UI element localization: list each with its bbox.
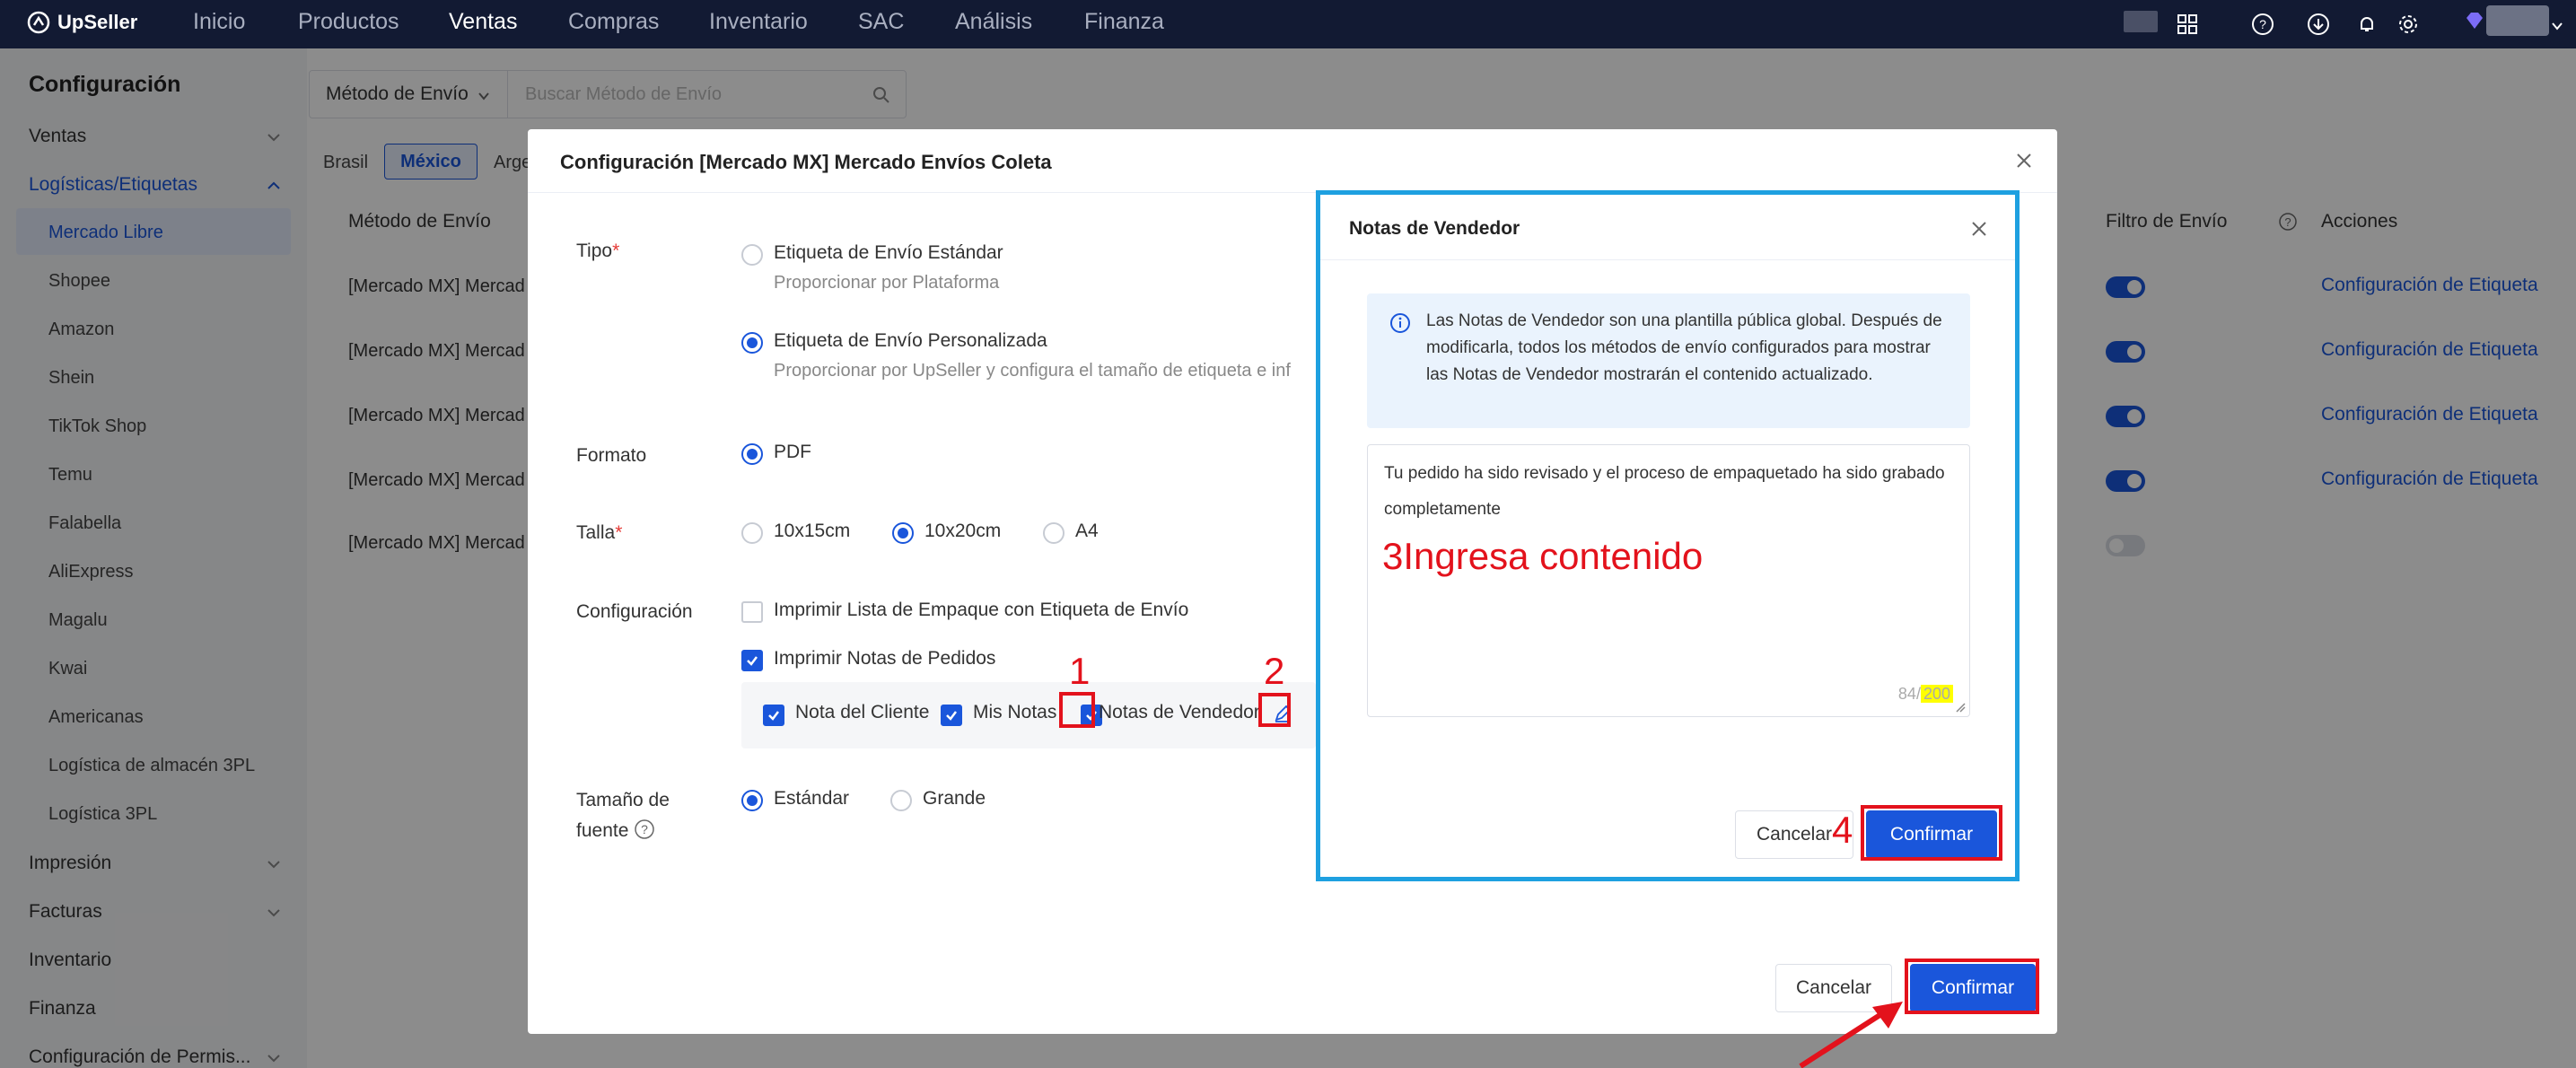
- nav-compras[interactable]: Compras: [568, 9, 659, 35]
- notes-modal-divider: [1320, 259, 2015, 260]
- radio-10x20[interactable]: [892, 522, 914, 544]
- nav-inventario[interactable]: Inventario: [709, 9, 808, 35]
- help-icon[interactable]: ?: [2249, 11, 2276, 38]
- option-standard-sub: Proporcionar por Plataforma: [774, 273, 1000, 293]
- option-mis-notas[interactable]: Mis Notas: [973, 702, 1056, 723]
- tipo-label-text: Tipo: [576, 241, 613, 261]
- nav-finanza[interactable]: Finanza: [1084, 9, 1164, 35]
- option-packing-list[interactable]: Imprimir Lista de Empaque con Etiqueta d…: [774, 600, 1188, 621]
- fuente-label-line1: Tamaño de: [576, 790, 670, 810]
- nav-ventas[interactable]: Ventas: [449, 9, 517, 35]
- info-icon: [1390, 313, 1410, 333]
- option-10x15[interactable]: 10x15cm: [774, 521, 850, 542]
- option-custom-sub: Proporcionar por UpSeller y configura el…: [774, 361, 1291, 381]
- option-font-large[interactable]: Grande: [923, 788, 986, 810]
- checkbox-nota-cliente[interactable]: [763, 705, 784, 726]
- char-count-max: 200: [1920, 685, 1953, 703]
- radio-font-large[interactable]: [890, 790, 912, 811]
- bell-icon[interactable]: [2353, 11, 2380, 38]
- fuente-label-line2: fuente: [576, 820, 629, 841]
- notes-info-banner: Las Notas de Vendedor son una plantilla …: [1367, 293, 1970, 428]
- checkbox-mis-notas[interactable]: [941, 705, 962, 726]
- option-order-notes[interactable]: Imprimir Notas de Pedidos: [774, 648, 995, 670]
- logo[interactable]: UpSeller: [27, 11, 137, 34]
- option-pdf[interactable]: PDF: [774, 442, 811, 463]
- option-notas-vendedor[interactable]: Notas de Vendedor: [1099, 702, 1260, 723]
- annotation-number-2: 2: [1264, 650, 1285, 692]
- nav-sac[interactable]: SAC: [858, 9, 904, 35]
- top-nav: UpSeller Inicio Productos Ventas Compras…: [0, 0, 2576, 48]
- configuracion-label: Configuración: [576, 601, 693, 622]
- tipo-label: Tipo*: [576, 241, 619, 262]
- option-nota-cliente[interactable]: Nota del Cliente: [795, 702, 929, 723]
- option-10x20[interactable]: 10x20cm: [924, 521, 1001, 542]
- notes-textarea[interactable]: Tu pedido ha sido revisado y el proceso …: [1367, 444, 1970, 717]
- radio-custom-label[interactable]: [741, 332, 763, 354]
- logo-text: UpSeller: [57, 11, 138, 33]
- char-count-current: 84/: [1897, 685, 1921, 703]
- avatar[interactable]: [2486, 5, 2549, 36]
- radio-a4[interactable]: [1043, 522, 1065, 544]
- close-icon[interactable]: [2012, 149, 2036, 172]
- help-circle-icon[interactable]: ?: [634, 819, 655, 840]
- annotation-box-notes-confirm: [1861, 805, 2002, 861]
- annotation-number-4: 4: [1832, 809, 1853, 851]
- formato-label: Formato: [576, 445, 647, 466]
- svg-text:?: ?: [2259, 17, 2266, 31]
- annotation-arrow: [1799, 1002, 1903, 1068]
- notes-modal-title: Notas de Vendedor: [1349, 218, 1520, 239]
- option-custom-label[interactable]: Etiqueta de Envío Personalizada: [774, 330, 1047, 352]
- notes-textarea-value: Tu pedido ha sido revisado y el proceso …: [1384, 464, 1945, 519]
- resize-handle-icon[interactable]: [1955, 702, 1966, 713]
- radio-10x15[interactable]: [741, 522, 763, 544]
- required-mark: *: [612, 241, 620, 261]
- option-standard-label[interactable]: Etiqueta de Envío Estándar: [774, 242, 1003, 264]
- apps-grid-icon[interactable]: [2174, 11, 2201, 38]
- checkmark-icon: [946, 711, 957, 721]
- nav-analisis[interactable]: Análisis: [955, 9, 1032, 35]
- modal-title: Configuración [Mercado MX] Mercado Envío…: [560, 151, 1052, 173]
- nav-productos[interactable]: Productos: [298, 9, 399, 35]
- annotation-3: 3Ingresa contenido: [1382, 535, 1703, 578]
- seller-notes-modal: Notas de Vendedor Las Notas de Vendedor …: [1316, 190, 2020, 881]
- talla-label-text: Talla: [576, 522, 616, 543]
- radio-standard-label[interactable]: [741, 244, 763, 266]
- download-icon[interactable]: [2305, 11, 2332, 38]
- svg-text:?: ?: [641, 822, 648, 836]
- checkbox-packing-list[interactable]: [741, 601, 763, 623]
- annotation-text-3: Ingresa contenido: [1403, 535, 1704, 577]
- gear-icon[interactable]: [2395, 11, 2422, 38]
- annotation-box-confirm: [1905, 959, 2039, 1014]
- required-mark: *: [615, 522, 623, 543]
- checkmark-icon: [768, 711, 779, 721]
- talla-label: Talla*: [576, 522, 622, 544]
- annotation-box-1: [1059, 692, 1095, 728]
- option-a4[interactable]: A4: [1075, 521, 1099, 542]
- nav-inicio[interactable]: Inicio: [193, 9, 245, 35]
- close-icon[interactable]: [1968, 218, 1990, 240]
- char-counter: 84/200: [1898, 685, 1953, 704]
- checkmark-icon: [747, 656, 758, 666]
- radio-pdf[interactable]: [741, 443, 763, 465]
- annotation-number-1: 1: [1069, 650, 1091, 692]
- upseller-logo-icon: [27, 11, 50, 34]
- store-switch-icon[interactable]: [2124, 11, 2158, 32]
- checkbox-order-notes[interactable]: [741, 650, 763, 671]
- annotation-box-2: [1258, 693, 1291, 727]
- notes-info-text: Las Notas de Vendedor son una plantilla …: [1426, 311, 1942, 384]
- option-font-standard[interactable]: Estándar: [774, 788, 849, 810]
- radio-font-standard[interactable]: [741, 790, 763, 811]
- chevron-down-icon[interactable]: [2551, 14, 2563, 31]
- annotation-number-3: 3: [1382, 535, 1404, 577]
- vip-diamond-icon[interactable]: [2463, 9, 2486, 32]
- notes-options-row: Nota del Cliente Mis Notas Notas de Vend…: [741, 682, 1316, 748]
